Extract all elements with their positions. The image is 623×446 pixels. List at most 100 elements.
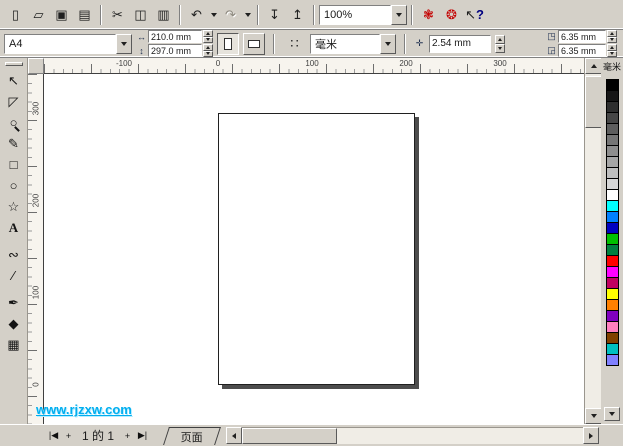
last-page-button[interactable]: ▶| [135,428,150,444]
paste-button[interactable]: ▥ [152,3,175,26]
last-page-icon: ▶| [137,430,148,440]
new-document-icon: ▯ [11,6,20,22]
scroll-up-button[interactable] [585,58,602,74]
rectangle-tool-button[interactable]: □ [1,154,26,175]
drawing-units-combo[interactable]: 毫米 [310,33,396,54]
scroll-left-button[interactable] [226,427,243,444]
ruler-origin-corner[interactable] [28,58,44,74]
drawing-units-value: 毫米 [310,33,380,54]
outline-pen-tool-button[interactable]: ✒ [1,292,26,313]
corel-online-button[interactable]: ❂ [440,3,463,26]
toolbar-separator [411,4,413,25]
spin-down-button[interactable] [203,50,213,57]
scroll-right-button[interactable] [583,427,599,444]
property-bar: A4 ↔ 210.0 mm ↕ 297.0 mm ∷ 毫米 ✛ 2.54 mm … [0,30,623,58]
open-button[interactable]: ▱ [27,3,50,26]
ellipse-icon: ○ [9,178,18,193]
pen-nib-icon: ✒ [8,294,19,310]
text-tool-button[interactable]: A [1,217,26,238]
magnifier-icon: ○ [9,115,18,130]
duplicate-y-stepper [607,30,617,43]
add-page-before-button[interactable]: + [61,428,76,444]
interactive-fill-tool-button[interactable]: ▦ [1,334,26,355]
vertical-ruler[interactable]: 300 200 100 0 [28,74,44,424]
zoom-combo-dropdown-button[interactable] [391,4,407,25]
nudge-offset-field[interactable]: 2.54 mm [429,34,491,53]
pick-tool-button[interactable]: ↖ [1,70,26,91]
blend-icon: ∾ [8,246,19,262]
horizontal-ruler[interactable]: -100 0 100 200 300 [44,58,584,74]
landscape-orientation-button[interactable] [243,32,265,55]
page-tab[interactable]: 页面 [163,426,221,445]
toolbar-separator [273,33,275,54]
shape-tool-button[interactable]: ◸ [1,91,26,112]
portrait-orientation-button[interactable] [217,32,239,55]
paper-width-field[interactable]: 210.0 mm [148,30,202,43]
freehand-tool-button[interactable]: ✎ [1,133,26,154]
spin-up-button[interactable] [495,34,505,44]
spin-up-icon [498,37,502,41]
toolbar-separator [313,4,315,25]
add-page-after-button[interactable]: + [120,428,135,444]
palette-scroll-down-button[interactable] [604,407,620,421]
polygon-icon: ☆ [7,198,20,214]
spin-down-icon [206,38,210,42]
import-button[interactable]: ↧ [263,3,286,26]
plus-icon: + [65,430,72,441]
spin-down-button[interactable] [203,36,213,43]
color-swatch[interactable] [605,354,619,366]
toolbar-separator [404,33,406,54]
duplicate-distance-x-field[interactable]: 6.35 mm [558,44,606,57]
spin-down-button[interactable] [495,43,505,53]
print-button[interactable]: ▤ [73,3,96,26]
horizontal-scroll-thumb[interactable] [242,428,338,444]
eyedropper-tool-button[interactable]: ∕ [1,265,26,286]
clipboard-icon: ▥ [157,6,170,22]
save-button[interactable]: ▣ [50,3,73,26]
export-button[interactable]: ↥ [286,3,309,26]
portrait-page-icon [224,37,232,50]
horizontal-scroll-track[interactable] [242,427,583,444]
paper-height-field[interactable]: 297.0 mm [148,44,202,57]
redo-button[interactable]: ↷ [219,3,242,26]
undo-button[interactable]: ↶ [185,3,208,26]
ellipse-tool-button[interactable]: ○ [1,175,26,196]
units-dropdown-button[interactable] [380,33,396,54]
application-launcher-button[interactable]: ❃ [417,3,440,26]
scroll-down-button[interactable] [585,408,602,424]
page-counter-label: 1 的 1 [82,429,115,443]
paper-size-value: A4 [4,33,116,54]
cut-button[interactable]: ✂ [106,3,129,26]
ruler-tick-label: 200 [398,59,414,68]
statusbar-corner [599,425,623,446]
vertical-scroll-thumb[interactable] [585,76,602,128]
zoom-level-combo[interactable]: 100% [319,4,407,25]
toolbox-drag-handle[interactable] [4,62,23,66]
drawing-page[interactable] [218,113,415,385]
spin-down-button[interactable] [607,36,617,43]
canvas[interactable] [44,74,584,424]
duplicate-distance-y-field[interactable]: 6.35 mm [558,30,606,43]
paper-size-dropdown-button[interactable] [116,33,132,54]
fill-tool-button[interactable]: ◆ [1,313,26,334]
ruler-tick-label: 100 [31,285,41,300]
copy-button[interactable]: ◫ [129,3,152,26]
polygon-tool-button[interactable]: ☆ [1,196,26,217]
scroll-right-icon [589,432,593,439]
interactive-blend-tool-button[interactable]: ∾ [1,244,26,265]
new-button[interactable]: ▯ [4,3,27,26]
horizontal-scrollbar[interactable] [226,427,599,444]
first-page-button[interactable]: |◀ [46,428,61,444]
eyedropper-icon: ∕ [12,268,15,283]
vertical-scrollbar[interactable] [584,58,602,424]
paper-size-combo[interactable]: A4 [4,33,132,54]
redo-dropdown-button[interactable] [242,3,253,26]
paper-width-icon: ↔ [137,31,146,42]
ruler-tick-label: 200 [31,193,41,208]
context-help-button[interactable]: ↖ ? [463,3,486,26]
spin-up-icon [206,45,210,49]
page-options-button[interactable]: ∷ [283,32,306,55]
undo-dropdown-button[interactable] [208,3,219,26]
zoom-tool-button[interactable]: ○ [1,112,26,133]
spin-down-button[interactable] [607,50,617,57]
